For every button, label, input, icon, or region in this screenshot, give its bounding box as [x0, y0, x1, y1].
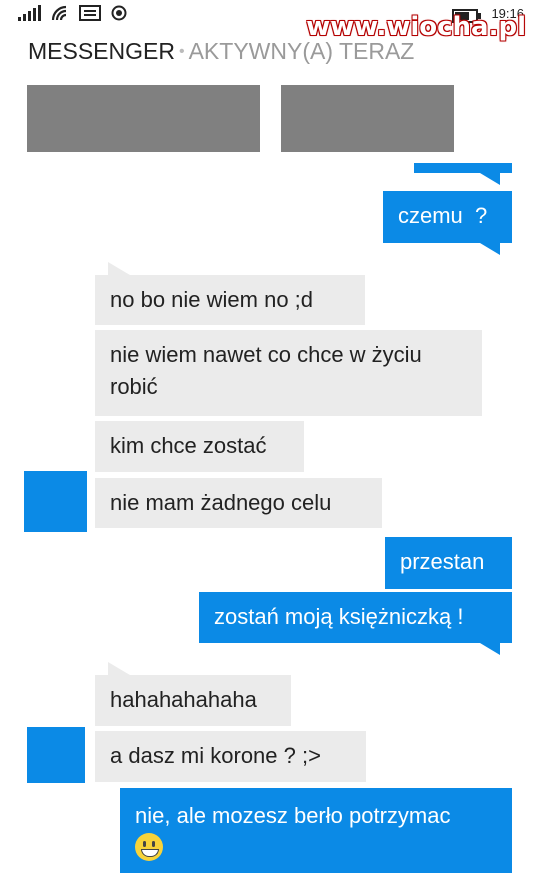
app-title: MESSENGER	[28, 38, 175, 64]
contact-avatar[interactable]	[24, 471, 87, 532]
message-text: kim chce zostać	[110, 433, 267, 458]
message-bubble-outgoing[interactable]: przestan	[385, 537, 512, 589]
signal-icon	[18, 5, 41, 21]
message-bubble-outgoing[interactable]	[414, 163, 512, 173]
wifi-icon	[51, 5, 67, 21]
message-icon	[79, 5, 101, 21]
bubble-tail	[480, 173, 500, 185]
location-icon	[111, 5, 127, 21]
message-bubble-outgoing[interactable]: zostań moją księżniczką !	[199, 592, 512, 643]
message-text: nie, ale mozesz berło potrzymac	[135, 803, 451, 828]
message-text: nie mam żadnego celu	[110, 490, 332, 515]
message-bubble-outgoing[interactable]: nie, ale mozesz berło potrzymac	[120, 788, 512, 873]
message-bubble-incoming[interactable]: hahahahahaha	[95, 675, 291, 726]
conversation-header: MESSENGER • AKTYWNY(A) TERAZ	[28, 38, 414, 65]
message-text: zostań moją księżniczką !	[214, 604, 464, 629]
message-bubble-incoming[interactable]: a dasz mi korone ? ;>	[95, 731, 366, 782]
redacted-block	[27, 85, 260, 152]
status-bar: 19:16 www.wiocha.pl	[0, 0, 540, 42]
bubble-tail	[108, 662, 130, 675]
contact-avatar[interactable]	[27, 727, 85, 783]
bubble-tail	[108, 262, 130, 275]
header-separator: •	[178, 43, 185, 60]
message-text: czemu ?	[398, 203, 488, 228]
bubble-tail	[480, 243, 500, 255]
message-text: a dasz mi korone ? ;>	[110, 743, 321, 768]
message-text: przestan	[400, 549, 485, 574]
message-bubble-incoming[interactable]: kim chce zostać	[95, 421, 304, 472]
active-status: AKTYWNY(A) TERAZ	[188, 38, 415, 64]
message-text: hahahahahaha	[110, 687, 257, 712]
message-bubble-outgoing[interactable]: czemu ?	[383, 191, 512, 243]
message-bubble-incoming[interactable]: nie mam żadnego celu	[95, 478, 382, 528]
status-icons	[18, 5, 127, 21]
bubble-tail	[480, 643, 500, 655]
message-bubble-incoming[interactable]: no bo nie wiem no ;d	[95, 275, 365, 325]
redacted-block	[281, 85, 454, 152]
grinning-face-emoji	[135, 833, 163, 862]
message-bubble-incoming[interactable]: nie wiem nawet co chce w życiu robić	[95, 330, 482, 416]
message-text: no bo nie wiem no ;d	[110, 287, 314, 312]
message-text: nie wiem nawet co chce w życiu robić	[110, 342, 422, 399]
